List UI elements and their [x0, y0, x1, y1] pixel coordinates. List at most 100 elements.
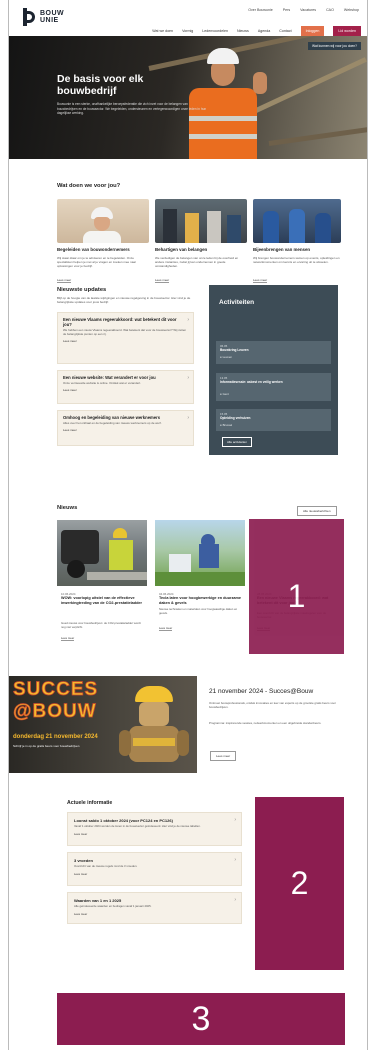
info-text-2: Overzicht van de nieuwe regels rond de 3…: [74, 864, 138, 868]
chevron-right-icon: ›: [234, 817, 236, 823]
update-item-1[interactable]: Een nieuwe Vlaams regeerakkoord: wat bet…: [57, 312, 194, 364]
service-image-1: [57, 199, 149, 243]
update-item-3[interactable]: Omhoog en begeleiding van nieuwe werknem…: [57, 410, 194, 446]
update-more-link-3[interactable]: Lees meer: [63, 428, 188, 432]
news-title-1: WOW: voorlopig uitstel van de effectieve…: [61, 596, 143, 605]
chevron-right-icon: ›: [187, 415, 189, 421]
event-title: 21 november 2024 - Succes@Bouw: [209, 688, 314, 695]
logo-text-line1: BOUW: [40, 10, 65, 17]
activity-item-3[interactable]: 15.05 Opleiding verhuizen ● Brussel: [216, 409, 331, 431]
chevron-right-icon: ›: [234, 857, 236, 863]
services-heading: Wat doen we voor jou?: [57, 183, 121, 189]
info-more-link-1[interactable]: Lees meer: [74, 832, 235, 836]
activity-location-text-1: Leuven: [222, 355, 233, 359]
event-promo-banner[interactable]: SUCCES @BOUW donderdag 21 november 2024 …: [9, 676, 197, 773]
service-more-link-3[interactable]: Lees meer: [253, 278, 268, 283]
news-image-2: [155, 520, 245, 586]
nav-link-ledenvoordelen[interactable]: Ledenvoordelen: [202, 29, 228, 33]
util-link-over[interactable]: Over Bouwunie: [248, 8, 273, 12]
util-link-cao[interactable]: CAO: [326, 8, 334, 12]
nav-link-contact[interactable]: Contact: [279, 29, 291, 33]
activity-name-3: Opleiding verhuizen: [220, 416, 251, 420]
update-text-3: Alles over het onthaal en de begeleiding…: [63, 421, 162, 425]
hero-banner: De basis voor elk bouwbedrijf Bouwunie i…: [9, 36, 367, 159]
service-image-2: [155, 199, 247, 243]
event-text-2: Programma: inspirerende sessies, netwerk…: [209, 721, 322, 725]
activity-name-2: Informatiesessie: asbest en veilig werke…: [220, 380, 283, 384]
activity-item-2[interactable]: 13.05 Informatiesessie: asbest en veilig…: [216, 373, 331, 401]
annotation-number-1: 1: [287, 578, 306, 614]
promo-subtitle: Schrijf je in op de gratis beurs voor bo…: [13, 744, 80, 748]
nav-link-vormig[interactable]: Vormig: [182, 29, 193, 33]
info-heading: Actuele informatie: [67, 800, 113, 806]
event-more-button[interactable]: Lees meer: [210, 751, 237, 761]
update-text-2: Onze vernieuwde website is online. Ontde…: [63, 381, 141, 385]
all-news-button[interactable]: Alle nieuwsberichten: [297, 506, 337, 516]
service-text-3: Wij brengen bouwondernemers samen op eve…: [253, 256, 340, 265]
update-item-2[interactable]: Een nieuwe website: Wat verandert er voo…: [57, 370, 194, 404]
annotation-overlay-3: 3: [57, 993, 345, 1045]
news-text-1: Goed nieuws voor bouwbedrijven: de CO2-p…: [61, 621, 141, 629]
service-text-1: Wij staan klaar om je te adviseren en te…: [57, 256, 137, 269]
info-title-2: 3 vroeden: [74, 858, 93, 863]
activities-panel: Activiteiten 06.05 Bouwkring Leuven ● Le…: [209, 285, 338, 455]
news-title-2: Tecla laten voor hoogbewerkige en duurza…: [159, 596, 242, 605]
page-frame: Over Bouwunie Pers Vacatures CAO Webshop…: [8, 0, 368, 1050]
update-title-1: Een nieuwe Vlaams regeerakkoord: wat bet…: [63, 317, 177, 327]
news-text-2: Nieuwe technieken en materialen voor hoo…: [159, 607, 238, 615]
service-text-2: We verdedigen de belangen van onze leden…: [155, 256, 239, 269]
hero-title: De basis voor elk bouwbedrijf: [57, 73, 144, 97]
activity-location-text-3: Brussel: [222, 423, 233, 427]
chevron-right-icon: ›: [234, 897, 236, 903]
util-link-vacatures[interactable]: Vacatures: [300, 8, 316, 12]
promo-word-bouw: @BOUW: [13, 701, 97, 722]
updates-intro: Blijf op de hoogte van de laatste wijzig…: [57, 296, 191, 305]
info-item-3[interactable]: Waarden van 1 en 1 2025 Alle geïndexeerd…: [67, 892, 242, 924]
update-more-link-2[interactable]: Lees meer: [63, 388, 188, 392]
activity-item-1[interactable]: 06.05 Bouwkring Leuven ● Leuven: [216, 341, 331, 364]
util-link-webshop[interactable]: Webshop: [344, 8, 359, 12]
become-member-button[interactable]: Lid worden: [333, 26, 361, 36]
all-activities-button[interactable]: Alle activiteiten: [222, 437, 253, 447]
service-more-link-2[interactable]: Lees meer: [155, 278, 170, 283]
nav-link-agenda[interactable]: Agenda: [258, 29, 270, 33]
logo[interactable]: BOUW UNIE: [23, 8, 64, 26]
info-text-3: Alle geïndexeerde waarden en bedragen va…: [74, 904, 152, 908]
info-title-3: Waarden van 1 en 1 2025: [74, 898, 122, 903]
update-more-link-1[interactable]: Lees meer: [63, 339, 188, 343]
news-more-link-2[interactable]: Lees meer: [159, 626, 173, 631]
update-text-1: We hebben een nieuw Vlaams regeerakkoord…: [63, 328, 187, 336]
update-title-2: Een nieuwe website: Wat verandert er voo…: [63, 375, 156, 380]
updates-heading: Nieuwste updates: [57, 287, 107, 293]
info-item-1[interactable]: Loonst saldo 1 oktober 2024 (voor PC124 …: [67, 812, 242, 846]
news-more-link-1[interactable]: Lees meer: [61, 636, 75, 641]
main-nav: Wat we doen Vormig Ledenvoordelen Nieuws…: [152, 26, 361, 36]
hero-text: Bouwunie is een sterke, onafhankelijke b…: [57, 102, 207, 116]
nav-link-wat-we-doen[interactable]: Wat we doen: [152, 29, 173, 33]
info-title-1: Loonst saldo 1 oktober 2024 (voor PC124 …: [74, 818, 173, 823]
service-image-3: [253, 199, 341, 243]
service-more-link-1[interactable]: Lees meer: [57, 278, 72, 283]
logo-mark-icon: [23, 8, 37, 26]
news-card-2[interactable]: 04.06.2024 Tecla laten voor hoogbewerkig…: [155, 520, 245, 653]
activity-location-2: ● Gent: [220, 392, 229, 396]
activities-heading: Activiteiten: [219, 299, 255, 306]
hero-worker-photo: [183, 42, 269, 159]
info-more-link-3[interactable]: Lees meer: [74, 912, 235, 916]
annotation-number-3: 3: [191, 999, 211, 1038]
hero-cta-tag[interactable]: Wat kunnen wij voor jou doen?: [308, 42, 361, 50]
info-more-link-2[interactable]: Lees meer: [74, 872, 235, 876]
nav-link-nieuws[interactable]: Nieuws: [237, 29, 249, 33]
service-title-1: Begeleiden van bouwondernemers: [57, 247, 130, 252]
info-item-2[interactable]: 3 vroeden Overzicht van de nieuwe regels…: [67, 852, 242, 886]
chevron-right-icon: ›: [187, 317, 189, 323]
util-link-pers[interactable]: Pers: [283, 8, 290, 12]
robot-mascot-illustration: [119, 682, 189, 772]
promo-word-succes: SUCCES: [13, 679, 99, 700]
activity-location-3: ● Brussel: [220, 423, 233, 427]
login-button[interactable]: Inloggen: [300, 26, 325, 36]
news-card-1[interactable]: 10.06.2024 WOW: voorlopig uitstel van de…: [57, 520, 147, 653]
promo-date: donderdag 21 november 2024: [13, 734, 98, 740]
service-title-2: Behartigen van belangen: [155, 247, 208, 252]
event-text-1: Ontmoet bouwprofessionals, ontdek innova…: [209, 701, 336, 709]
